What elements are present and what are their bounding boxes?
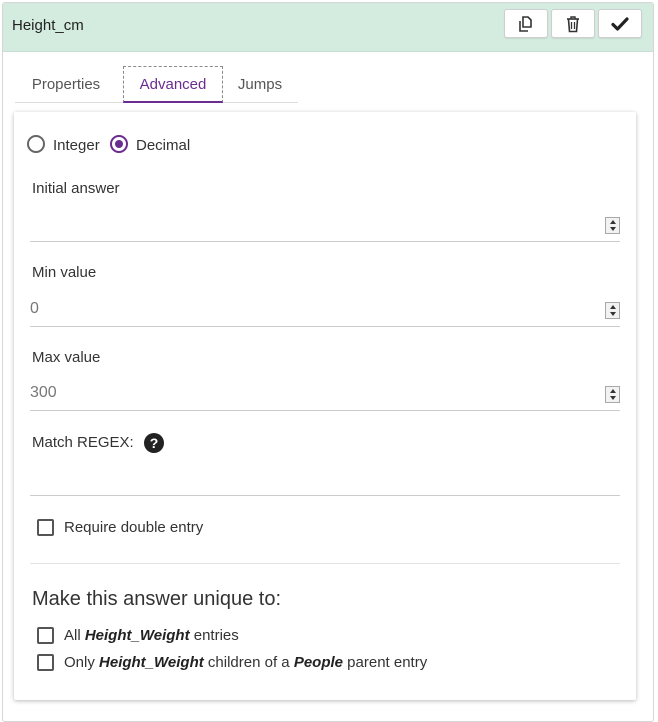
settings-tabs: Properties Advanced Jumps xyxy=(15,66,298,103)
tab-advanced[interactable]: Advanced xyxy=(123,66,223,103)
max-value-input[interactable]: 300 xyxy=(30,377,620,411)
unique-section-title: Make this answer unique to: xyxy=(32,588,282,610)
initial-answer-spinner[interactable] xyxy=(605,217,620,234)
unique-all-label[interactable]: All Height_Weight entries xyxy=(64,627,239,644)
unique-all-entity: Height_Weight xyxy=(84,627,190,644)
unique-only-middle: children of a xyxy=(207,654,290,671)
radio-decimal[interactable] xyxy=(110,135,128,153)
copy-icon xyxy=(517,15,535,33)
unique-all-suffix: entries xyxy=(193,627,239,644)
min-value-input[interactable]: 0 xyxy=(30,293,620,327)
question-header: Height_cm xyxy=(3,3,653,52)
match-regex-input[interactable] xyxy=(30,462,620,496)
advanced-settings-card: Integer Decimal Initial answer Min value… xyxy=(14,112,636,700)
unique-only-entity: Height_Weight xyxy=(99,654,204,671)
radio-integer-label[interactable]: Integer xyxy=(53,137,100,154)
delete-button[interactable] xyxy=(551,9,595,38)
unique-only-suffix: parent entry xyxy=(347,654,428,671)
unique-all-prefix: All xyxy=(64,627,81,644)
max-value-label: Max value xyxy=(32,349,101,366)
duplicate-button[interactable] xyxy=(504,9,548,38)
radio-decimal-label[interactable]: Decimal xyxy=(136,137,190,154)
min-value-spinner[interactable] xyxy=(605,302,620,319)
tab-jumps[interactable]: Jumps xyxy=(227,66,293,103)
min-value-value: 0 xyxy=(30,300,39,317)
unique-only-checkbox[interactable] xyxy=(37,654,54,671)
initial-answer-input[interactable] xyxy=(30,208,620,242)
section-divider xyxy=(30,563,620,564)
match-regex-label: Match REGEX: xyxy=(32,434,134,451)
radio-integer[interactable] xyxy=(27,135,45,153)
require-double-entry-checkbox[interactable] xyxy=(37,519,54,536)
unique-all-checkbox[interactable] xyxy=(37,627,54,644)
max-value-spinner[interactable] xyxy=(605,386,620,403)
question-circle-icon[interactable]: ? xyxy=(144,433,164,453)
check-icon xyxy=(611,16,629,32)
unique-only-label[interactable]: Only Height_Weight children of a People … xyxy=(64,654,427,671)
confirm-button[interactable] xyxy=(598,9,642,38)
question-title: Height_cm xyxy=(12,17,84,34)
require-double-entry-label[interactable]: Require double entry xyxy=(64,519,203,536)
min-value-label: Min value xyxy=(32,264,97,281)
tab-properties[interactable]: Properties xyxy=(15,66,117,103)
max-value-value: 300 xyxy=(30,384,57,401)
initial-answer-label: Initial answer xyxy=(32,180,120,197)
unique-only-parent: People xyxy=(293,654,343,671)
trash-icon xyxy=(565,15,581,33)
unique-only-prefix: Only xyxy=(64,654,95,671)
